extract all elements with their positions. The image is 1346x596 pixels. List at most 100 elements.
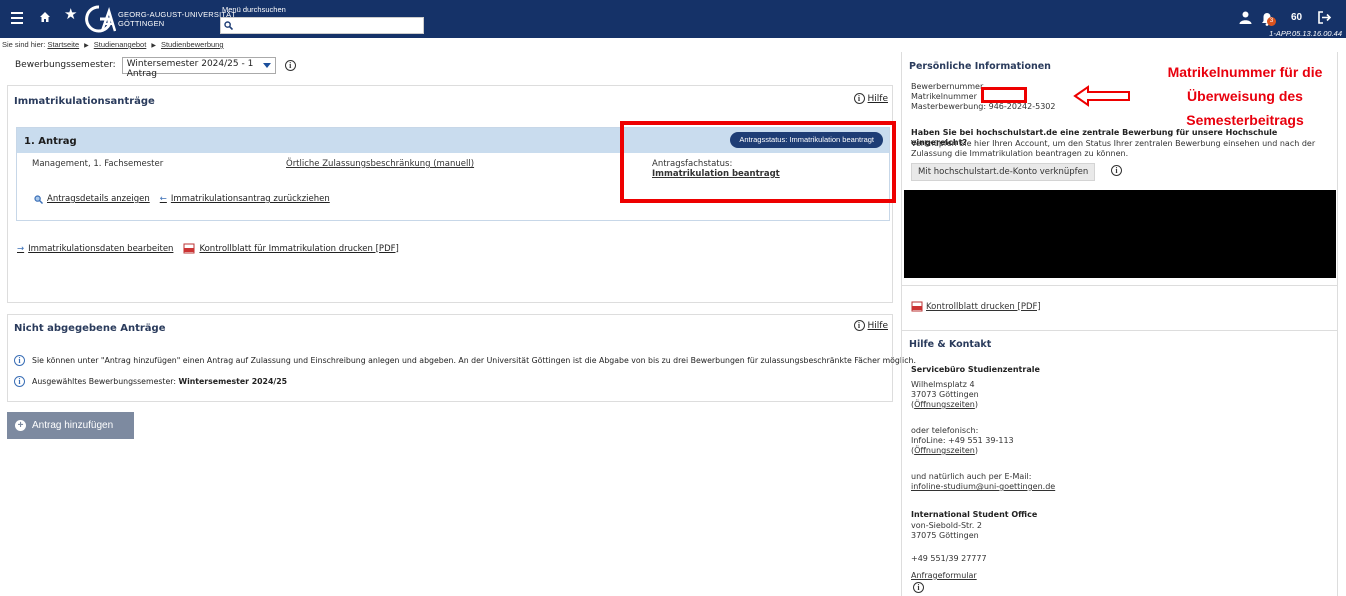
plus-icon: +	[15, 420, 26, 431]
office-address: Wilhelmsplatz 4 37073 Göttingen (Öffnung…	[911, 380, 979, 410]
notifications-badge: 3	[1267, 17, 1276, 26]
application-actions: Antragsdetails anzeigen ← Immatrikulatio…	[34, 194, 340, 204]
selected-semester-value: Wintersemester 2024/25	[178, 377, 288, 386]
add-application-button[interactable]: + Antrag hinzufügen	[7, 412, 134, 439]
print-sheet-label: Kontrollblatt drucken [PDF]	[926, 301, 1041, 312]
breadcrumb-item-studienangebot[interactable]: Studienangebot	[94, 40, 147, 49]
personal-info-title: Persönliche Informationen	[909, 61, 1051, 72]
applications-title: Immatrikulationsanträge	[14, 96, 155, 107]
intl-street: von-Siebold-Str. 2	[911, 521, 982, 530]
breadcrumb-separator-icon: ▶	[84, 43, 89, 49]
restriction-link[interactable]: Örtliche Zulassungsbeschränkung (manuell…	[286, 159, 474, 169]
office-hours-link[interactable]: (Öffnungszeiten)	[911, 400, 979, 410]
contact-title: Hilfe & Kontakt	[909, 339, 992, 350]
help-link[interactable]: i Hilfe	[853, 93, 888, 104]
info-icon: i	[14, 376, 25, 387]
top-navigation-bar: ★ GEORG-AUGUST-UNIVERSITÄT GÖTTINGEN Men…	[0, 0, 1346, 38]
university-logo[interactable]: GEORG-AUGUST-UNIVERSITÄT GÖTTINGEN	[82, 4, 236, 34]
semester-label: Bewerbungssemester:	[15, 60, 116, 70]
office-city: 37073 Göttingen	[911, 390, 979, 399]
edit-data-link[interactable]: → Immatrikulationsdaten bearbeiten	[17, 244, 173, 254]
print-control-sheet-link[interactable]: Kontrollblatt für Immatrikulation drucke…	[183, 243, 399, 254]
intl-office-address: von-Siebold-Str. 2 37075 Göttingen	[911, 521, 982, 541]
email-contact: und natürlich auch per E-Mail: infoline-…	[911, 472, 1055, 492]
info-icon: i	[853, 320, 865, 331]
application-title: 1. Antrag	[24, 136, 77, 147]
user-icon[interactable]	[1239, 11, 1252, 24]
chevron-down-icon	[262, 62, 271, 68]
add-application-label: Antrag hinzufügen	[32, 420, 114, 431]
help-link[interactable]: i Hilfe	[853, 320, 888, 331]
search-icon	[224, 21, 233, 30]
print-sheet-link[interactable]: Kontrollblatt drucken [PDF]	[911, 301, 1041, 312]
phone-contact: oder telefonisch: InfoLine: +49 551 39-1…	[911, 426, 1014, 456]
request-form-link[interactable]: Anfrageformular	[911, 571, 977, 581]
semester-select[interactable]: Wintersemester 2024/25 - 1 Antrag	[121, 56, 276, 79]
breadcrumb: Sie sind hier: Startseite ▶ Studienangebot…	[2, 40, 224, 49]
breadcrumb-prefix: Sie sind hier:	[2, 40, 46, 49]
breadcrumb-separator-icon: ▶	[151, 43, 156, 49]
sidebar: Persönliche Informationen Bewerbernummer…	[901, 52, 1338, 596]
info-message: i Sie können unter "Antrag hinzufügen" e…	[14, 355, 916, 366]
show-details-link[interactable]: Antragsdetails anzeigen	[34, 194, 150, 204]
breadcrumb-item-studienbewerbung[interactable]: Studienbewerbung	[161, 40, 224, 49]
intl-office-name: International Student Office	[911, 510, 1038, 519]
info-icon[interactable]: i	[913, 582, 924, 593]
menu-search-input[interactable]	[237, 18, 423, 33]
show-details-label: Antragsdetails anzeigen	[47, 194, 150, 204]
arrow-left-icon: ←	[159, 194, 167, 204]
redacted-matriculation-number	[981, 87, 1027, 103]
intl-phone: +49 551/39 27777	[911, 554, 987, 563]
annotation-text: Matrikelnummer für die Überweisung des S…	[1167, 64, 1323, 128]
application-status-badge: Antragsstatus: Immatrikulation beantragt	[730, 132, 883, 148]
application-card-header: 1. Antrag Antragsstatus: Immatrikulation…	[17, 128, 889, 153]
fachstatus-label: Antragsfachstatus:	[652, 159, 733, 169]
semester-selector-row: Bewerbungssemester: Wintersemester 2024/…	[15, 56, 296, 79]
not-submitted-title: Nicht abgegebene Anträge	[14, 323, 166, 334]
pdf-icon	[183, 243, 195, 254]
info-icon[interactable]: i	[284, 59, 296, 71]
logo-text: GEORG-AUGUST-UNIVERSITÄT GÖTTINGEN	[118, 10, 237, 28]
edit-data-label: Immatrikulationsdaten bearbeiten	[28, 243, 174, 254]
redacted-area	[904, 190, 1336, 278]
intl-city: 37075 Göttingen	[911, 531, 979, 540]
help-label: Hilfe	[867, 320, 888, 331]
email-intro: und natürlich auch per E-Mail:	[911, 472, 1032, 481]
withdraw-application-link[interactable]: ← Immatrikulationsantrag zurückziehen	[160, 194, 330, 204]
divider	[902, 330, 1337, 331]
link-hochschulstart-button[interactable]: Mit hochschulstart.de-Konto verknüpfen	[911, 163, 1096, 181]
fachstatus-value[interactable]: Immatrikulation beantragt	[652, 169, 780, 179]
menu-search-field[interactable]	[220, 17, 424, 34]
application-card: 1. Antrag Antragsstatus: Immatrikulation…	[16, 127, 890, 221]
infoline: InfoLine: +49 551 39-113	[911, 436, 1014, 445]
ga-logo-icon	[85, 5, 117, 33]
applications-bottom-links: → Immatrikulationsdaten bearbeiten Kontr…	[17, 243, 409, 254]
breadcrumb-item-startseite[interactable]: Startseite	[47, 40, 79, 49]
home-icon[interactable]	[39, 11, 51, 23]
favorites-star-icon[interactable]: ★	[64, 7, 77, 22]
pdf-icon	[911, 301, 923, 312]
not-submitted-panel: Nicht abgegebene Anträge i Hilfe i Sie k…	[7, 314, 916, 402]
version-label: 1-APP.05.13.16.00.44	[1269, 29, 1342, 38]
fachstatus: Antragsfachstatus: Immatrikulation beant…	[652, 159, 780, 179]
arrow-right-icon: →	[17, 243, 25, 254]
magnifier-icon	[34, 194, 43, 204]
search-label: Menü durchsuchen	[222, 5, 286, 14]
info-message-text: Sie können unter "Antrag hinzufügen" ein…	[32, 356, 916, 365]
phone-intro: oder telefonisch:	[911, 426, 979, 435]
session-timer: 60	[1291, 12, 1303, 23]
office-street: Wilhelmsplatz 4	[911, 380, 975, 389]
phone-hours-link[interactable]: (Öffnungszeiten)	[911, 446, 1014, 456]
info-icon[interactable]: i	[1111, 165, 1122, 176]
application-row: Management, 1. Fachsemester Örtliche Zul…	[17, 153, 889, 183]
withdraw-label: Immatrikulationsantrag zurückziehen	[170, 194, 330, 204]
info-icon: i	[853, 93, 865, 104]
help-label: Hilfe	[867, 93, 888, 104]
email-link[interactable]: infoline-studium@uni-goettingen.de	[911, 482, 1055, 492]
logout-icon[interactable]	[1317, 10, 1332, 25]
print-control-sheet-label: Kontrollblatt für Immatrikulation drucke…	[199, 243, 399, 254]
program-name: Management, 1. Fachsemester	[32, 159, 164, 169]
menu-icon[interactable]	[11, 12, 23, 24]
office-name: Servicebüro Studienzentrale	[911, 365, 1040, 374]
info-icon: i	[14, 355, 25, 366]
